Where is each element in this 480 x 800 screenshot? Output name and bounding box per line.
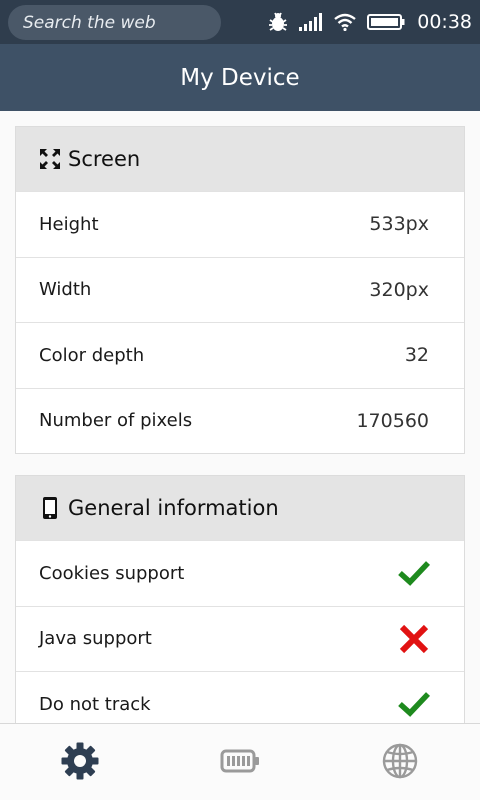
section-header-general: General information	[16, 476, 464, 540]
row-value: 320px	[369, 278, 429, 301]
status-bar: Search the web 00:38	[0, 0, 480, 44]
wifi-icon	[333, 13, 357, 31]
cross-icon	[397, 624, 431, 654]
search-bar[interactable]: Search the web	[8, 5, 221, 40]
info-row-number-of-pixels: Number of pixels 170560	[16, 387, 464, 454]
section-header-screen: Screen	[16, 127, 464, 191]
info-row-java-support: Java support	[16, 605, 464, 672]
battery-icon	[220, 748, 260, 778]
info-row-do-not-track: Do not track	[16, 671, 464, 723]
info-row-height: Height 533px	[16, 191, 464, 257]
gear-icon	[60, 741, 100, 785]
bug-icon	[267, 11, 289, 33]
row-label: Height	[39, 213, 99, 235]
info-row-cookies-support: Cookies support	[16, 540, 464, 606]
row-label: Cookies support	[39, 562, 185, 584]
row-value: 32	[404, 344, 429, 367]
general-information-section: General information Cookies support Java…	[15, 475, 465, 723]
phone-icon	[38, 496, 62, 520]
tab-device[interactable]	[0, 724, 160, 800]
app-header: My Device	[0, 44, 480, 111]
clock: 00:38	[417, 11, 472, 33]
info-row-width: Width 320px	[16, 256, 464, 323]
content-scroll-area[interactable]: Screen Height 533px Width 320px Color de…	[0, 111, 480, 723]
page-title: My Device	[180, 64, 300, 91]
section-title: Screen	[68, 147, 141, 171]
signal-icon	[299, 13, 323, 31]
row-label: Java support	[39, 628, 152, 650]
status-icons: 00:38	[267, 0, 472, 44]
tab-battery[interactable]	[160, 724, 320, 800]
row-label: Color depth	[39, 344, 145, 366]
row-label: Do not track	[39, 693, 151, 715]
row-label: Width	[39, 279, 92, 301]
search-placeholder: Search the web	[23, 12, 156, 33]
check-icon	[397, 691, 431, 718]
check-icon	[397, 560, 431, 587]
battery-icon	[367, 13, 405, 31]
row-value: 533px	[369, 213, 429, 236]
section-title: General information	[68, 496, 279, 520]
tab-network[interactable]	[320, 724, 480, 800]
row-value: 170560	[356, 409, 429, 432]
row-label: Number of pixels	[39, 410, 193, 432]
fullscreen-icon	[38, 147, 62, 171]
bottom-tab-bar	[0, 723, 480, 800]
screen-section: Screen Height 533px Width 320px Color de…	[15, 126, 465, 454]
info-row-color-depth: Color depth 32	[16, 322, 464, 388]
globe-icon	[381, 742, 419, 784]
